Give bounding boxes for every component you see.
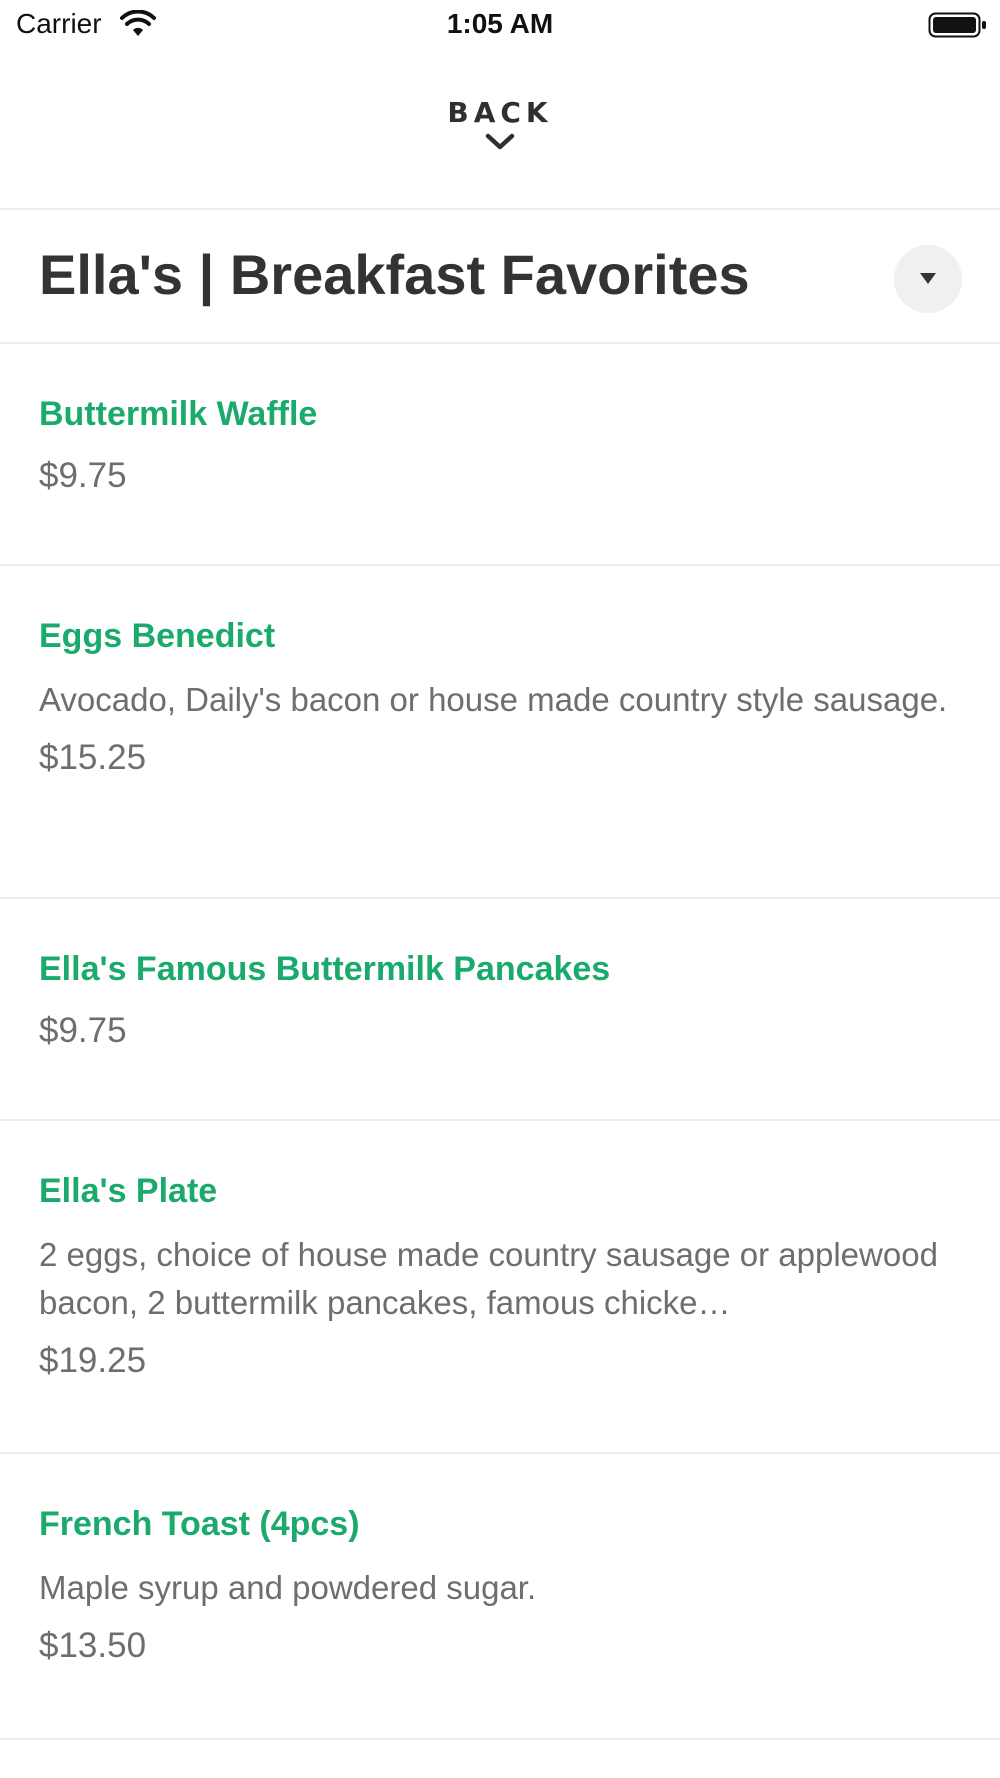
item-price: $15.25 (39, 738, 147, 777)
menu-item[interactable]: French Toast (4pcs) Maple syrup and powd… (0, 1454, 1000, 1740)
item-name: Buttermilk Waffle (39, 395, 318, 433)
item-name: Ella's Plate (39, 1172, 218, 1210)
back-label: BACK (447, 96, 553, 129)
menu-title: Ella's | Breakfast Favorites (39, 243, 750, 306)
item-name: Eggs Benedict (39, 617, 276, 655)
item-price: $9.75 (39, 1011, 127, 1050)
item-description: Avocado, Daily's bacon or house made cou… (39, 681, 948, 718)
status-bar: Carrier 1:05 AM (0, 0, 1000, 50)
item-name: French Toast (4pcs) (39, 1505, 360, 1543)
caret-down-icon (920, 273, 936, 284)
menu-item-list: Buttermilk Waffle $9.75 Eggs Benedict Av… (0, 344, 1000, 1740)
battery-icon (928, 12, 986, 38)
menu-item[interactable]: Ella's Plate 2 eggs, choice of house mad… (0, 1121, 1000, 1454)
status-time: 1:05 AM (446, 8, 554, 39)
menu-item[interactable]: Buttermilk Waffle $9.75 (0, 344, 1000, 566)
menu-header: Ella's | Breakfast Favorites (0, 210, 1000, 342)
item-price: $13.50 (39, 1626, 147, 1665)
item-description: Maple syrup and powdered sugar. (39, 1569, 537, 1606)
menu-item[interactable]: Ella's Famous Buttermilk Pancakes $9.75 (0, 899, 1000, 1121)
chevron-down-icon (485, 133, 515, 150)
item-description: 2 eggs, choice of house made country sau… (39, 1236, 938, 1321)
item-name: Ella's Famous Buttermilk Pancakes (39, 950, 611, 988)
item-price: $19.25 (39, 1341, 147, 1380)
menu-item[interactable]: Eggs Benedict Avocado, Daily's bacon or … (0, 566, 1000, 899)
back-button[interactable]: BACK (0, 84, 1000, 184)
menu-dropdown-button[interactable] (894, 245, 962, 313)
item-price: $9.75 (39, 456, 127, 495)
